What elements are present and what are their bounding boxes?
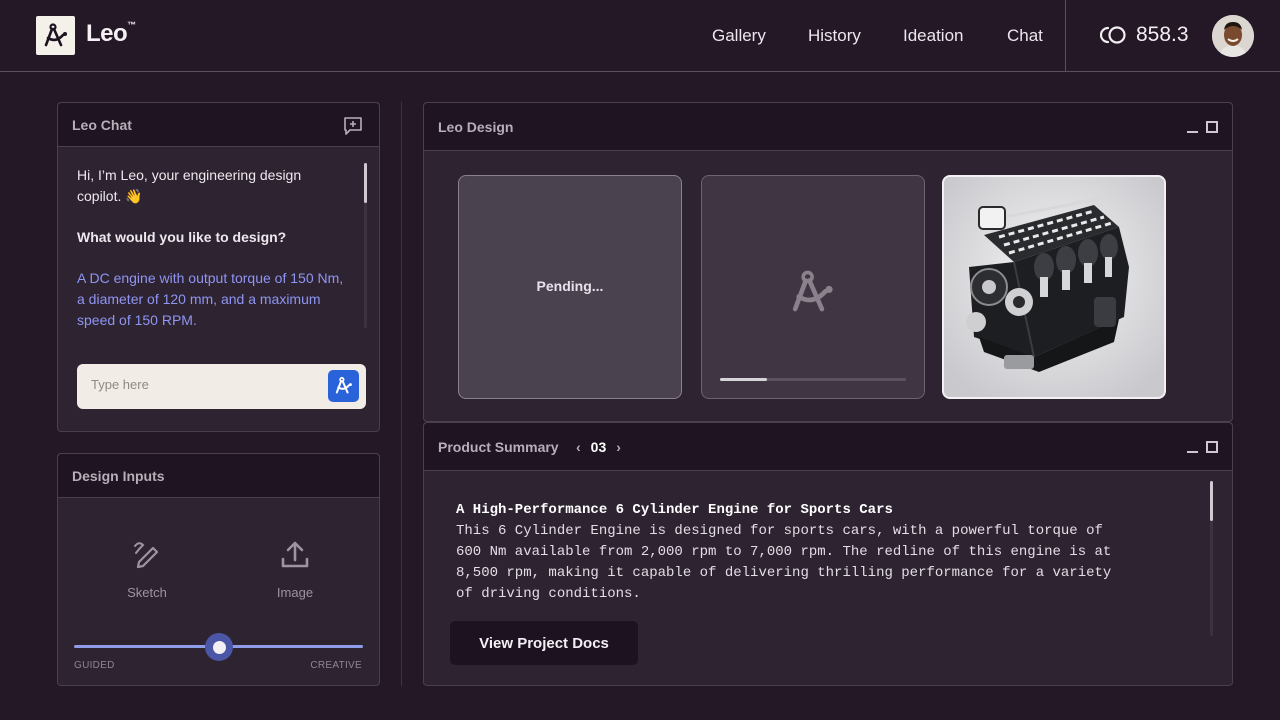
brand-name: Leo™ <box>86 20 136 48</box>
nav-gallery[interactable]: Gallery <box>712 26 766 46</box>
compass-icon <box>335 376 352 394</box>
user-avatar-icon <box>1212 15 1254 57</box>
design-window-controls <box>1187 121 1218 133</box>
design-card-pending[interactable]: Pending... <box>458 175 682 399</box>
brand-text: Leo <box>86 20 128 47</box>
chat-panel-title: Leo Chat <box>72 117 132 133</box>
chat-user-message: A DC engine with output torque of 150 Nm… <box>77 270 344 328</box>
progress-fill <box>720 378 767 381</box>
new-chat-icon[interactable] <box>343 116 363 136</box>
minimize-icon[interactable] <box>1187 131 1198 133</box>
summary-scroll-thumb[interactable] <box>1210 481 1213 521</box>
slider-min-label: GUIDED <box>74 660 115 671</box>
generation-progress <box>720 378 906 381</box>
nav-ideation[interactable]: Ideation <box>903 26 964 46</box>
nav-divider <box>1065 0 1066 72</box>
design-card-generating[interactable] <box>701 175 925 399</box>
upload-icon <box>281 541 309 568</box>
summary-heading: A High-Performance 6 Cylinder Engine for… <box>456 502 893 518</box>
nav-chat[interactable]: Chat <box>1007 26 1043 46</box>
nav-history[interactable]: History <box>808 26 861 46</box>
column-divider <box>401 102 402 686</box>
chat-scrollbar[interactable] <box>364 163 367 328</box>
design-inputs-panel: Design Inputs Sketch Image GUIDED CREATI… <box>57 453 380 686</box>
chat-panel-header: Leo Chat <box>58 103 379 147</box>
chat-greeting: Hi, I’m Leo, your engineering design cop… <box>77 167 302 204</box>
image-label: Image <box>276 585 314 600</box>
summary-page-number: 03 <box>590 439 607 455</box>
top-bar: Leo™ Gallery History Ideation Chat 858.3 <box>0 0 1280 72</box>
design-inputs-header: Design Inputs <box>58 454 379 498</box>
image-option[interactable]: Image <box>255 538 335 600</box>
slider-max-label: CREATIVE <box>310 660 362 671</box>
logo[interactable] <box>36 16 75 55</box>
chevron-left-icon[interactable]: ‹ <box>576 439 581 455</box>
compass-icon <box>792 270 833 312</box>
summary-pagination: ‹ 03 › <box>576 439 621 455</box>
design-panel-header: Leo Design <box>424 103 1232 151</box>
credits-value: 858.3 <box>1136 23 1189 46</box>
sketch-option[interactable]: Sketch <box>107 538 187 600</box>
pencil-icon <box>134 542 159 569</box>
chat-question: What would you like to design? <box>77 229 287 245</box>
minimize-icon[interactable] <box>1187 451 1198 453</box>
summary-scrollbar[interactable] <box>1210 481 1213 636</box>
design-panel: Leo Design Pending... <box>423 102 1233 422</box>
summary-panel-title: Product Summary <box>438 439 559 455</box>
slider-knob[interactable] <box>205 633 233 661</box>
trademark: ™ <box>127 20 136 30</box>
chat-panel: Leo Chat Hi, I’m Leo, your engineering d… <box>57 102 380 432</box>
design-inputs-title: Design Inputs <box>72 468 165 484</box>
pending-label: Pending... <box>536 278 604 294</box>
chevron-right-icon[interactable]: › <box>616 439 621 455</box>
summary-panel: Product Summary ‹ 03 › A High-Performanc… <box>423 422 1233 686</box>
credits-balance[interactable]: 858.3 <box>1100 23 1189 47</box>
credits-icon <box>1100 26 1126 44</box>
summary-panel-header: Product Summary ‹ 03 › <box>424 423 1232 471</box>
compass-icon <box>44 22 67 46</box>
design-panel-title: Leo Design <box>438 119 514 135</box>
maximize-icon[interactable] <box>1206 121 1218 133</box>
chat-input[interactable] <box>91 377 311 392</box>
summary-window-controls <box>1187 441 1218 453</box>
chat-input-box <box>77 364 366 409</box>
design-card-engine[interactable] <box>942 175 1166 399</box>
avatar[interactable] <box>1212 15 1254 57</box>
maximize-icon[interactable] <box>1206 441 1218 453</box>
view-project-docs-button[interactable]: View Project Docs <box>450 621 638 665</box>
chat-scroll-thumb[interactable] <box>364 163 367 203</box>
sketch-label: Sketch <box>127 585 167 600</box>
engine-render-image <box>944 177 1164 397</box>
summary-body: This 6 Cylinder Engine is designed for s… <box>456 523 1112 602</box>
send-button[interactable] <box>328 370 359 402</box>
